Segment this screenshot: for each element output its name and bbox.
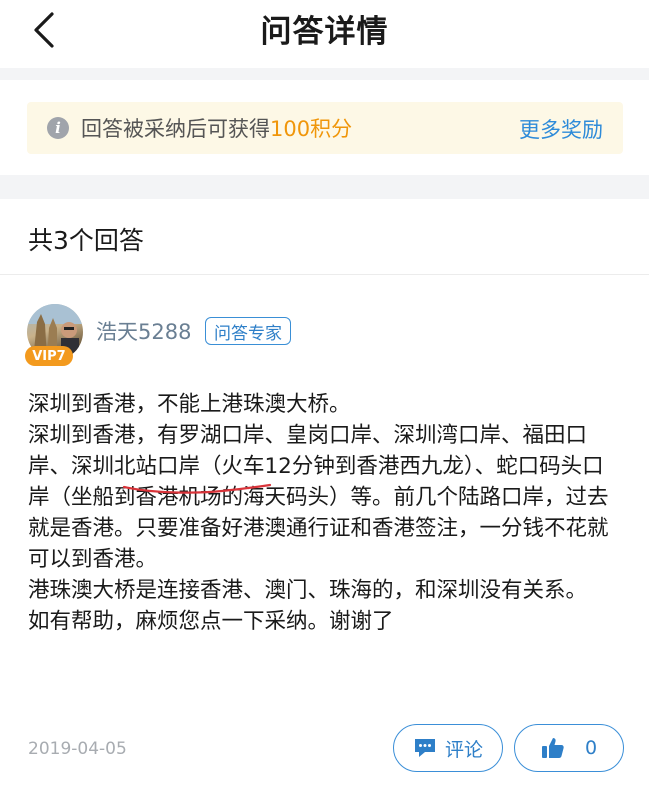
- like-button[interactable]: 0: [514, 724, 624, 772]
- answers-count-row: 共3个回答: [0, 199, 649, 275]
- reward-banner: i 回答被采纳后可获得100积分 更多奖励: [27, 102, 623, 154]
- reward-points: 100积分: [270, 117, 353, 141]
- reward-section: i 回答被采纳后可获得100积分 更多奖励: [0, 80, 649, 175]
- answer-body: 深圳到香港，不能上港珠澳大桥。 深圳到香港，有罗湖口岸、皇岗口岸、深圳湾口岸、福…: [28, 389, 616, 637]
- author-name[interactable]: 浩天5288: [96, 316, 191, 346]
- info-icon: i: [47, 117, 69, 139]
- expert-badge: 问答专家: [205, 317, 291, 345]
- header: 问答详情: [0, 0, 649, 60]
- thumbs-up-icon: [541, 738, 564, 758]
- answer-card: VIP7 浩天5288 问答专家 深圳到香港，不能上港珠澳大桥。 深圳到香港，有…: [0, 276, 649, 800]
- page-title: 问答详情: [260, 14, 389, 50]
- answer-date: 2019-04-05: [28, 739, 127, 759]
- section-divider: [0, 68, 649, 80]
- comment-icon: [414, 739, 435, 757]
- reward-text: 回答被采纳后可获得100积分: [81, 117, 353, 141]
- answer-count: 共3个回答: [28, 226, 144, 255]
- answer-paragraph: 如有帮助，麻烦您点一下采纳。谢谢了: [28, 609, 394, 634]
- comment-button[interactable]: 评论: [393, 724, 503, 772]
- comment-label: 评论: [444, 738, 483, 761]
- vip-badge: VIP7: [25, 346, 73, 366]
- answer-paragraph: 港珠澳大桥是连接香港、澳门、珠海的，和深圳没有关系。: [28, 578, 588, 603]
- like-count: 0: [584, 737, 598, 759]
- more-rewards-link[interactable]: 更多奖励: [519, 114, 603, 144]
- section-divider: [0, 175, 649, 199]
- handwritten-underline: [122, 483, 272, 494]
- answer-paragraph: 深圳到香港，不能上港珠澳大桥。: [28, 392, 351, 417]
- answer-paragraph: 深圳到香港，有罗湖口岸、皇岗口岸、深圳湾口岸、福田口岸、深圳北站口岸（火车12分…: [28, 423, 609, 572]
